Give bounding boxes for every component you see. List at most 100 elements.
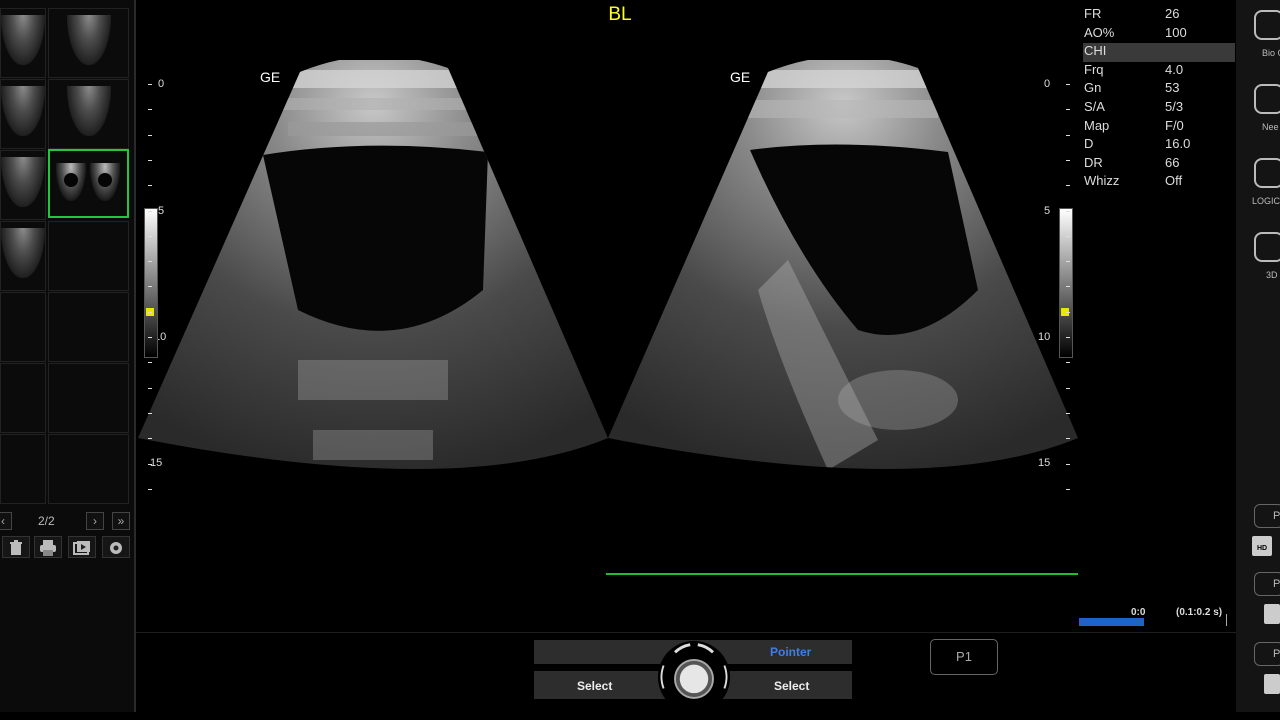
logiq-button[interactable] xyxy=(1254,158,1280,188)
thumbnail-2[interactable] xyxy=(48,8,129,78)
preset-title: BL xyxy=(608,4,632,25)
select-left-button[interactable]: Select xyxy=(577,679,612,693)
param-value: 53 xyxy=(1165,80,1180,96)
param-key: Map xyxy=(1084,117,1110,133)
depth-label-right-15: 15 xyxy=(1038,457,1051,469)
param-key: D xyxy=(1084,136,1094,152)
param-value: 4.0 xyxy=(1165,61,1184,77)
depth-tick-right xyxy=(1066,311,1070,313)
depth-tick-right xyxy=(1066,438,1070,440)
logiq-label: LOGIC xyxy=(1252,196,1280,206)
dual-ultrasound-scan xyxy=(138,60,1078,470)
depth-tick-right xyxy=(1066,235,1070,237)
param-row-d[interactable]: D 16.0 xyxy=(1083,136,1235,155)
depth-tick-left xyxy=(148,286,152,288)
depth-tick-right xyxy=(1066,134,1070,136)
select-right-button[interactable]: Select xyxy=(774,679,809,693)
param-key: DR xyxy=(1084,154,1103,170)
grayscale-bar-right xyxy=(1059,208,1073,358)
param-key: AO% xyxy=(1084,24,1115,40)
param-key: Frq xyxy=(1084,61,1104,77)
depth-tick-left xyxy=(148,362,152,364)
hd-save-icon[interactable] xyxy=(1264,604,1280,624)
thumbnail-4[interactable] xyxy=(48,79,129,149)
depth-tick-left xyxy=(148,109,152,111)
p-button-1[interactable]: P xyxy=(1254,504,1280,528)
depth-tick-right xyxy=(1066,159,1070,161)
param-row-ao[interactable]: AO% 100 xyxy=(1083,25,1235,44)
ultrasound-image-area[interactable]: GE GE 0 5 10 15 0 5 10 15 xyxy=(138,60,1078,500)
p1-button[interactable]: P1 xyxy=(930,639,998,675)
page-indicator: 2/2 xyxy=(38,514,55,528)
cine-end-tick xyxy=(1226,614,1227,626)
thumbnail-5[interactable] xyxy=(0,150,46,220)
cine-range: (0.1:0.2 s) xyxy=(1176,607,1223,618)
timeline-line xyxy=(606,573,1078,575)
ge-logo-left: GE xyxy=(260,69,281,85)
param-row-whizz[interactable]: Whizz Off xyxy=(1083,173,1235,192)
thumbnail-empty xyxy=(0,292,46,362)
cine-position: 0:0 xyxy=(1131,607,1146,618)
depth-tick-left xyxy=(148,387,152,389)
depth-tick-left xyxy=(148,210,152,212)
thumbnail-7[interactable] xyxy=(0,221,46,291)
last-page-button[interactable]: » xyxy=(112,512,130,530)
thumbnail-empty xyxy=(48,292,129,362)
param-row-sa[interactable]: S/A 5/3 xyxy=(1083,99,1235,118)
depth-tick-left xyxy=(148,311,152,313)
param-row-gn[interactable]: Gn 53 xyxy=(1083,80,1235,99)
settings-button[interactable] xyxy=(102,536,130,558)
param-value: 26 xyxy=(1165,6,1180,21)
p-button-3[interactable]: P xyxy=(1254,642,1280,666)
param-value: Off xyxy=(1165,173,1183,189)
param-row-map[interactable]: Map F/0 xyxy=(1083,118,1235,137)
hd-save-icon[interactable]: HD xyxy=(1252,536,1272,556)
param-key: Whizz xyxy=(1084,173,1120,189)
thumbnail-empty xyxy=(48,221,129,291)
print-button[interactable] xyxy=(34,536,62,558)
export-button[interactable] xyxy=(68,536,96,558)
depth-tick-right xyxy=(1066,286,1070,288)
right-sector xyxy=(608,60,1078,470)
depth-tick-right xyxy=(1066,412,1070,414)
depth-label-right-10: 10 xyxy=(1038,331,1051,343)
p-button-2[interactable]: P xyxy=(1254,572,1280,596)
chevron-right-icon: › xyxy=(93,514,97,528)
3d-button[interactable] xyxy=(1254,232,1280,262)
needle-button[interactable] xyxy=(1254,84,1280,114)
thumbnail-1[interactable] xyxy=(0,8,46,78)
param-row-fr[interactable]: FR 26 xyxy=(1083,6,1235,25)
depth-tick-left xyxy=(148,488,152,490)
thumbnail-3[interactable] xyxy=(0,79,46,149)
depth-label-left-5: 5 xyxy=(158,205,165,217)
cine-progress-bar[interactable] xyxy=(1079,618,1144,626)
depth-tick-right xyxy=(1066,463,1070,465)
thumbnail-6-selected[interactable] xyxy=(48,149,129,218)
hd-save-icon[interactable] xyxy=(1264,674,1280,694)
depth-tick-left xyxy=(148,134,152,136)
param-value: 16.0 xyxy=(1165,136,1191,152)
settings-icon xyxy=(110,542,122,554)
depth-tick-left xyxy=(148,463,152,465)
biopsy-guide-button[interactable] xyxy=(1254,10,1280,40)
param-key: CHI xyxy=(1084,43,1107,59)
depth-label-left-0: 0 xyxy=(158,78,165,90)
depth-tick-right xyxy=(1066,84,1070,85)
next-page-button[interactable]: › xyxy=(86,512,104,530)
param-value: 5/3 xyxy=(1165,98,1184,114)
param-row-dr[interactable]: DR 66 xyxy=(1083,155,1235,174)
trackball-icon[interactable] xyxy=(654,639,734,715)
3d-label: 3D xyxy=(1266,270,1278,280)
prev-page-button[interactable]: ‹ xyxy=(0,512,12,530)
param-row-chi[interactable]: CHI xyxy=(1083,43,1235,62)
depth-tick-left xyxy=(148,185,152,187)
print-icon xyxy=(40,540,56,556)
param-row-frq[interactable]: Frq 4.0 xyxy=(1083,62,1235,81)
trash-button[interactable] xyxy=(2,536,30,558)
bottom-control-bar: Pointer Select Select P1 xyxy=(136,632,1236,715)
param-key: Gn xyxy=(1084,80,1102,96)
left-sector xyxy=(138,60,608,470)
param-key: S/A xyxy=(1084,98,1105,114)
pointer-label[interactable]: Pointer xyxy=(770,645,811,659)
parameter-panel: FR 26 AO% 100 CHI Frq 4.0 Gn 53 S/A 5/3 Map F/0 D 16.0… xyxy=(1083,6,1235,192)
